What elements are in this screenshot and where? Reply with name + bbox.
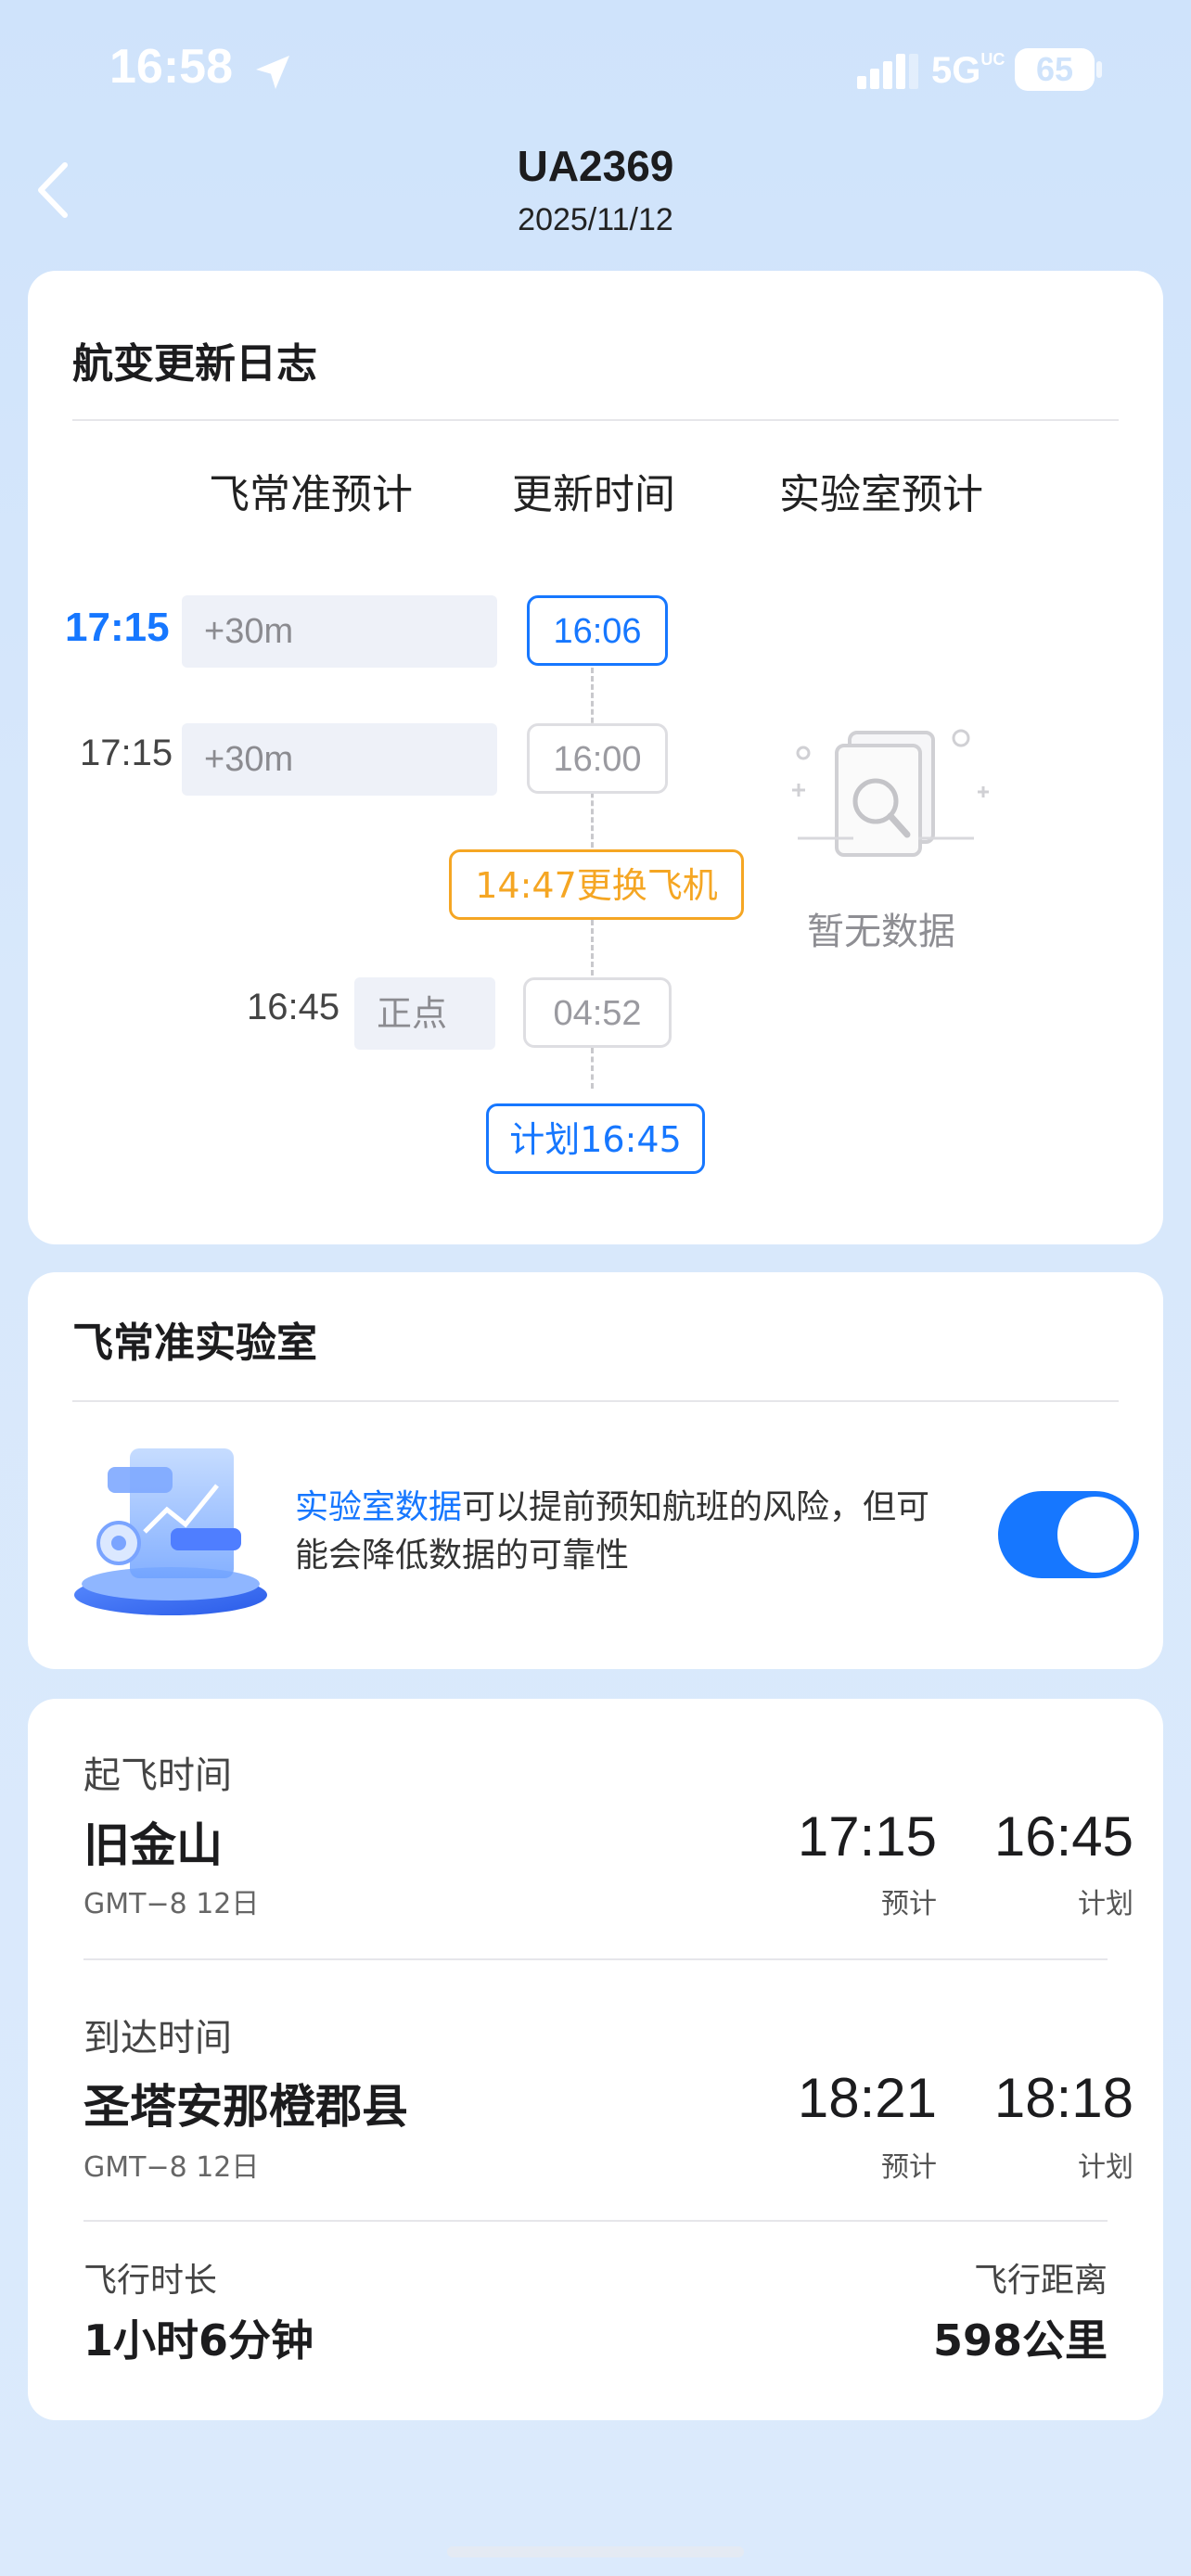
divider: [72, 419, 1119, 421]
divider: [72, 1400, 1119, 1402]
network-label: 5GUC: [931, 50, 1005, 91]
signal-icon: [857, 54, 918, 89]
divider: [83, 1958, 1108, 1960]
no-data-text: 暂无数据: [807, 911, 955, 953]
on-time-badge: 正点: [354, 977, 495, 1050]
departure-scheduled-time: 16:45: [993, 1805, 1133, 1868]
estimate-time: 16:45: [247, 987, 340, 1027]
arrival-city: 圣塔安那橙郡县: [83, 2080, 408, 2134]
distance-value: 598公里: [932, 2315, 1108, 2366]
lab-description: 实验室数据可以提前预知航班的风险，但可能会降低数据的可靠性: [295, 1488, 930, 1575]
estimate-time: 17:15: [80, 733, 173, 773]
estimated-label: 预计: [881, 2151, 937, 2184]
divider: [83, 2220, 1108, 2222]
duration-label: 飞行时长: [83, 2262, 218, 2300]
toggle-knob: [1057, 1497, 1133, 1573]
flight-info-card: 起飞时间 旧金山 GMT−8 12日 17:15 预计 16:45 计划 到达时…: [28, 1699, 1163, 2420]
duration-value: 1小时6分钟: [83, 2315, 314, 2366]
aircraft-change-event: 14:47更换飞机: [449, 849, 744, 920]
departure-timezone: GMT−8 12日: [83, 1888, 260, 1920]
column-header-update-time: 更新时间: [512, 471, 675, 518]
home-indicator[interactable]: [447, 2546, 744, 2557]
flight-number: UA2369: [517, 142, 674, 190]
scheduled-time-tag: 计划16:45: [486, 1103, 705, 1174]
location-arrow-icon: [256, 56, 289, 89]
battery-icon: 65: [1015, 48, 1095, 91]
delay-badge: +30m: [182, 595, 497, 668]
arrival-estimated-time: 18:21: [797, 2067, 937, 2129]
column-header-lab-estimate: 实验室预计: [779, 471, 983, 518]
arrival-timezone: GMT−8 12日: [83, 2151, 260, 2184]
timeline-connector: [591, 1048, 594, 1089]
lab-data-link[interactable]: 实验室数据: [295, 1488, 462, 1526]
departure-label: 起飞时间: [83, 1754, 232, 1797]
scheduled-label: 计划: [1078, 1888, 1133, 1920]
battery-tip: [1096, 61, 1102, 78]
change-log-title: 航变更新日志: [72, 340, 317, 388]
scheduled-label: 计划: [1078, 2151, 1133, 2184]
lab-illustration-icon: [74, 1448, 267, 1615]
column-header-vf-estimate: 飞常准预计: [209, 471, 413, 518]
change-log-card: 航变更新日志 飞常准预计 更新时间 实验室预计 17:15 +30m 16:06…: [28, 271, 1163, 1244]
update-time-tag: 16:06: [527, 595, 668, 666]
lab-title: 飞常准实验室: [72, 1320, 317, 1367]
estimate-time: 17:15: [65, 605, 170, 650]
no-data-icon: [792, 729, 989, 857]
arrival-label: 到达时间: [83, 2017, 232, 2060]
lab-data-toggle[interactable]: [998, 1491, 1139, 1578]
delay-badge: +30m: [182, 723, 497, 796]
lab-card: 飞常准实验室 实验室数据可以提前预知航班的风险，但可能会降低数据的可靠性: [28, 1272, 1163, 1669]
arrival-scheduled-time: 18:18: [993, 2067, 1133, 2129]
flight-date: 2025/11/12: [518, 202, 673, 237]
status-time: 16:58: [109, 40, 233, 94]
departure-city: 旧金山: [83, 1818, 223, 1872]
departure-estimated-time: 17:15: [797, 1805, 937, 1868]
estimated-label: 预计: [881, 1888, 937, 1920]
distance-label: 飞行距离: [973, 2262, 1108, 2300]
update-time-tag: 16:00: [527, 723, 668, 794]
update-time-tag: 04:52: [523, 977, 672, 1048]
status-bar: 16:58 5GUC 65: [0, 0, 1191, 139]
